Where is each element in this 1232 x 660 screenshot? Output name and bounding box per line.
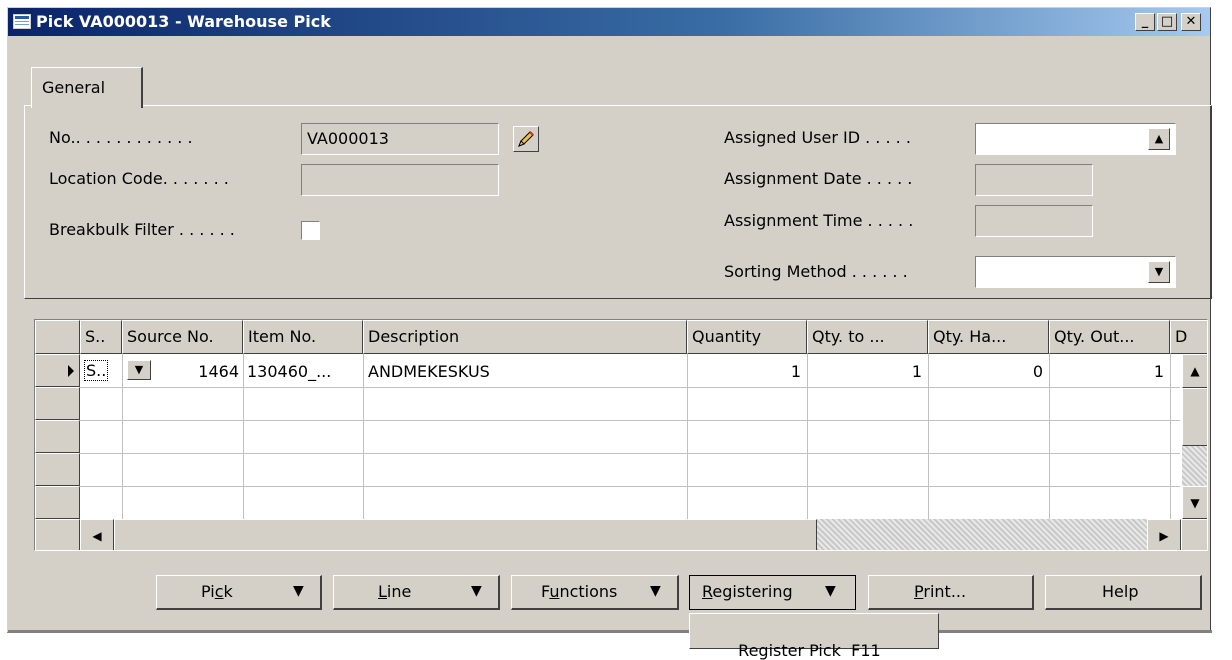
row-selector[interactable] xyxy=(35,354,80,387)
assigned-user-id-field[interactable] xyxy=(975,123,1176,155)
table-cell-qty-to-handle[interactable]: 1 xyxy=(811,362,922,381)
pick-lines-table: S.. Source No. Item No. Description Quan… xyxy=(34,319,1208,551)
edit-assist-button[interactable] xyxy=(513,126,539,152)
column-header[interactable]: Qty. to ... xyxy=(807,320,928,354)
window-title: Pick VA000013 - Warehouse Pick xyxy=(36,12,331,31)
no-field[interactable]: VA000013 xyxy=(301,123,499,155)
column-header[interactable]: Qty. Ha... xyxy=(928,320,1049,354)
lookup-up-arrow-icon[interactable]: ▲ xyxy=(1148,128,1170,150)
row-selector-header xyxy=(35,320,80,354)
assignment-time-label: Assignment Time . . . . . xyxy=(724,211,914,230)
title-bar: Pick VA000013 - Warehouse Pick _ □ ✕ xyxy=(8,8,1210,36)
breakbulk-filter-label: Breakbulk Filter . . . . . . xyxy=(49,220,235,239)
line-button-label: Line xyxy=(378,582,412,601)
sorting-method-select[interactable] xyxy=(975,256,1176,288)
registering-menu-button[interactable]: Registering ▼ xyxy=(689,575,856,610)
help-button[interactable]: Help xyxy=(1045,575,1202,610)
general-panel: No.. . . . . . . . . . . . VA000013 Loca… xyxy=(24,105,1212,299)
chevron-down-icon: ▼ xyxy=(825,583,836,599)
scroll-corner xyxy=(1181,519,1207,550)
breakbulk-filter-checkbox[interactable] xyxy=(301,221,320,240)
scroll-left-icon[interactable]: ◀ xyxy=(80,519,114,550)
tab-general[interactable]: General xyxy=(31,67,143,108)
print-button[interactable]: Print... xyxy=(868,575,1034,610)
column-header[interactable]: S.. xyxy=(80,320,122,354)
tab-general-label: General xyxy=(42,78,106,97)
assignment-time-field[interactable] xyxy=(975,205,1093,237)
column-header[interactable]: Description xyxy=(363,320,687,354)
dropdown-arrow-icon[interactable]: ▼ xyxy=(127,360,151,380)
maximize-button[interactable]: □ xyxy=(1157,13,1177,31)
row-selector[interactable] xyxy=(35,420,80,453)
current-row-arrow-icon xyxy=(68,365,74,377)
assigned-user-id-label: Assigned User ID . . . . . xyxy=(724,128,911,147)
no-label: No.. . . . . . . . . . . . xyxy=(49,128,193,147)
assignment-date-label: Assignment Date . . . . . xyxy=(724,169,913,188)
table-cell-item-no[interactable]: 130460_... xyxy=(247,362,331,381)
window-bottom-edge xyxy=(8,630,1212,633)
pick-button-label: Pick xyxy=(201,582,233,601)
line-menu-button[interactable]: Line ▼ xyxy=(333,575,500,610)
scroll-thumb[interactable] xyxy=(1182,388,1207,446)
register-pick-menu-item[interactable]: Register Pick F11 xyxy=(738,641,881,660)
table-cell-source-no[interactable]: 1464 xyxy=(155,362,239,381)
chevron-down-icon: ▼ xyxy=(471,583,482,599)
form-icon xyxy=(13,14,31,29)
scroll-up-icon[interactable]: ▲ xyxy=(1182,354,1207,388)
functions-menu-button[interactable]: Functions ▼ xyxy=(511,575,679,610)
location-code-label: Location Code. . . . . . . xyxy=(49,169,229,188)
registering-dropdown-menu: Register Pick F11 xyxy=(689,613,939,660)
column-header[interactable]: Qty. Out... xyxy=(1049,320,1170,354)
table-cell-s[interactable]: S.. xyxy=(84,360,109,381)
chevron-down-icon: ▼ xyxy=(293,583,304,599)
column-header[interactable]: D xyxy=(1170,320,1207,354)
row-selector[interactable] xyxy=(35,486,80,519)
close-button[interactable]: ✕ xyxy=(1181,13,1201,31)
print-button-label: Print... xyxy=(914,582,967,601)
location-code-field[interactable] xyxy=(301,164,499,196)
scroll-right-icon[interactable]: ▶ xyxy=(1147,519,1181,550)
scroll-down-icon[interactable]: ▼ xyxy=(1182,486,1207,519)
registering-button-label: Registering xyxy=(702,582,793,601)
vertical-scrollbar[interactable]: ▲ ▼ xyxy=(1181,354,1207,519)
functions-button-label: Functions xyxy=(541,582,618,601)
row-selector[interactable] xyxy=(35,453,80,486)
horizontal-scroll-thumb[interactable] xyxy=(114,519,817,550)
sorting-method-label: Sorting Method . . . . . . xyxy=(724,262,908,281)
table-cell-qty-handled[interactable]: 0 xyxy=(932,362,1043,381)
assignment-date-field[interactable] xyxy=(975,164,1093,196)
row-selector[interactable] xyxy=(35,387,80,420)
minimize-button[interactable]: _ xyxy=(1135,13,1155,31)
row-selector xyxy=(35,519,80,550)
pick-menu-button[interactable]: Pick ▼ xyxy=(156,575,322,610)
dropdown-arrow-icon[interactable]: ▼ xyxy=(1148,261,1170,283)
help-button-label: Help xyxy=(1102,582,1139,601)
table-cell-quantity[interactable]: 1 xyxy=(691,362,801,381)
pencil-icon xyxy=(518,131,534,147)
table-cell-description[interactable]: ANDMEKESKUS xyxy=(368,362,490,381)
horizontal-scroll-track[interactable] xyxy=(817,519,1147,550)
chevron-down-icon: ▼ xyxy=(650,583,661,599)
column-header[interactable]: Quantity xyxy=(687,320,807,354)
column-header[interactable]: Source No. xyxy=(122,320,243,354)
scroll-track[interactable] xyxy=(1182,446,1207,486)
column-header[interactable]: Item No. xyxy=(243,320,363,354)
horizontal-scrollbar[interactable]: ◀ ▶ xyxy=(80,519,1181,550)
warehouse-pick-window: Pick VA000013 - Warehouse Pick _ □ ✕ Gen… xyxy=(7,7,1212,633)
table-cell-qty-outstanding[interactable]: 1 xyxy=(1053,362,1164,381)
